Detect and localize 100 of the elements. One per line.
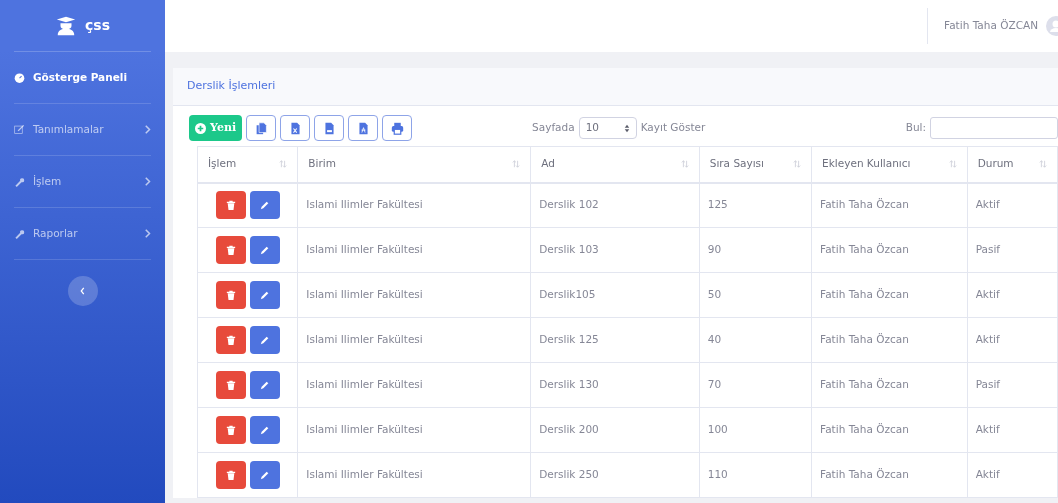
table-cell: Derslik 102 <box>539 198 599 211</box>
sidebar-item[interactable]: İşlem <box>14 156 151 208</box>
edit-button[interactable] <box>249 461 280 489</box>
delete-button[interactable] <box>215 191 246 220</box>
table-cell: Derslik 103 <box>539 243 599 256</box>
print-icon <box>390 121 404 135</box>
table-cell: Fatih Taha Özcan <box>820 468 909 481</box>
search-field[interactable] <box>930 117 1058 139</box>
column-header[interactable]: Durum <box>977 156 1014 173</box>
delete-button[interactable] <box>215 371 246 399</box>
trash-icon <box>225 200 236 211</box>
dashboard-icon <box>14 72 25 83</box>
table-cell: 70 <box>707 378 722 391</box>
wrench-icon <box>14 228 25 239</box>
delete-button[interactable] <box>215 416 246 444</box>
pencil-icon <box>259 380 270 391</box>
table-cell: Islami Ilimler Fakültesi <box>306 288 423 301</box>
table-cell: Aktif <box>975 423 1000 436</box>
edit-button[interactable] <box>249 416 280 444</box>
edit-button[interactable] <box>249 236 280 264</box>
trash-icon <box>225 335 236 346</box>
chevron-icon <box>80 287 85 295</box>
table-cell: Islami Ilimler Fakültesi <box>306 378 423 391</box>
table-cell: Fatih Taha Özcan <box>820 378 909 391</box>
csv-file-button[interactable] <box>314 115 345 141</box>
table-cell: 125 <box>707 198 728 211</box>
edit-button[interactable] <box>249 326 280 354</box>
table-cell: 110 <box>707 468 728 481</box>
table-cell: Derslik 250 <box>539 468 599 481</box>
column-header[interactable]: İşlem <box>208 156 237 173</box>
column-header[interactable]: Birim <box>308 156 336 173</box>
table-cell: Islami Ilimler Fakültesi <box>306 468 423 481</box>
pencil-icon <box>259 425 270 436</box>
edit-button[interactable] <box>249 191 280 220</box>
excel-file-icon <box>288 121 302 135</box>
pdf-file-icon <box>356 121 370 135</box>
table-cell: Aktif <box>975 288 1000 301</box>
sidebar-item[interactable]: Gösterge Paneli <box>14 52 151 104</box>
delete-button[interactable] <box>215 281 246 309</box>
trash-icon <box>225 290 236 301</box>
table-cell: Derslik 130 <box>539 378 599 391</box>
pencil-icon <box>259 335 270 346</box>
table-cell: Fatih Taha Özcan <box>820 423 909 436</box>
csv-file-icon <box>322 121 336 135</box>
excel-file-button[interactable] <box>280 115 311 141</box>
delete-button[interactable] <box>215 236 246 264</box>
delete-button[interactable] <box>215 461 246 489</box>
table-cell: Islami Ilimler Fakültesi <box>306 243 423 256</box>
sort-icon <box>1039 160 1047 169</box>
plus-circle-icon <box>195 122 206 134</box>
chevron-icon <box>145 177 151 186</box>
table-cell: Aktif <box>975 468 1000 481</box>
sidebar-item[interactable]: Tanımlamalar <box>14 104 151 156</box>
edit-icon <box>14 124 25 135</box>
table-cell: Derslik 200 <box>539 423 599 436</box>
wrench-icon <box>14 176 25 187</box>
table-cell: Derslik105 <box>539 288 596 301</box>
table-cell: 90 <box>707 243 722 256</box>
sort-icon <box>793 160 802 169</box>
pencil-icon <box>259 245 270 256</box>
graduate-icon <box>55 14 77 37</box>
page-size-select[interactable]: 10 <box>578 117 637 139</box>
table-cell: Islami Ilimler Fakültesi <box>306 333 423 346</box>
pdf-file-button[interactable] <box>348 115 379 141</box>
trash-icon <box>225 425 236 436</box>
sidebar-item[interactable]: Raporlar <box>14 208 151 260</box>
sort-icon <box>680 160 689 169</box>
table-cell: 100 <box>707 423 728 436</box>
trash-icon <box>225 245 236 256</box>
table-cell: Islami Ilimler Fakültesi <box>306 423 423 436</box>
table-cell: Fatih Taha Özcan <box>820 288 909 301</box>
sort-icon <box>279 160 288 169</box>
table-cell: Pasif <box>975 243 1001 256</box>
table-cell: Aktif <box>975 198 1000 211</box>
table-cell: Fatih Taha Özcan <box>820 198 909 211</box>
copy-button[interactable] <box>246 115 277 141</box>
pencil-icon <box>259 290 270 301</box>
table-cell: Islami Ilimler Fakültesi <box>306 198 423 211</box>
sort-icon <box>512 160 521 169</box>
table-cell: Pasif <box>975 378 1001 391</box>
page-size-label: Sayfada <box>532 120 575 136</box>
print-button[interactable] <box>382 115 413 141</box>
copy-icon <box>254 121 268 135</box>
page-size-label: Kayıt Göster <box>640 120 706 136</box>
delete-button[interactable] <box>215 326 246 354</box>
search-label: Bul: <box>905 120 926 136</box>
column-header[interactable]: Ad <box>541 156 555 173</box>
user-name[interactable]: Fatih Taha ÖZCAN <box>944 18 1038 34</box>
table-cell: 40 <box>707 333 722 346</box>
edit-button[interactable] <box>249 281 280 309</box>
edit-button[interactable] <box>249 371 280 399</box>
trash-icon <box>225 470 236 481</box>
table-cell: 50 <box>707 288 722 301</box>
chevron-icon <box>145 229 151 238</box>
table-cell: Fatih Taha Özcan <box>820 243 909 256</box>
brand-name: çss <box>85 16 110 35</box>
trash-icon <box>225 380 236 391</box>
sort-icon <box>948 160 957 169</box>
table-cell: Aktif <box>975 333 1000 346</box>
chevron-icon <box>145 125 151 134</box>
